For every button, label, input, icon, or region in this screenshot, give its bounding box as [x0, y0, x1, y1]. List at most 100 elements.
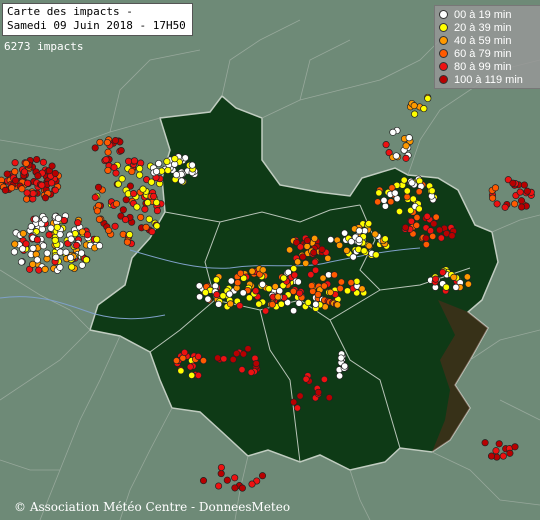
strike-dot: [48, 162, 56, 170]
strike-dot: [248, 267, 256, 275]
strike-dot: [215, 482, 223, 490]
strike-dot: [77, 249, 86, 257]
strike-dot: [103, 138, 111, 147]
strike-dot: [409, 195, 417, 203]
strike-dot: [68, 263, 76, 271]
strike-dot: [258, 472, 267, 480]
strike-dot: [277, 300, 285, 308]
strike-dot: [312, 300, 320, 308]
strike-dot: [145, 215, 153, 223]
strike-dot: [495, 440, 503, 448]
strike-dot: [177, 367, 185, 375]
strike-dot: [172, 357, 181, 365]
strike-dot: [141, 205, 149, 213]
strike-dot: [299, 253, 307, 261]
strike-dot: [41, 194, 50, 202]
strike-dot: [442, 283, 450, 291]
strike-dot: [259, 266, 267, 274]
strike-dot: [517, 197, 526, 205]
legend-item: 80 à 99 min: [439, 60, 539, 73]
strike-dot: [303, 236, 311, 245]
legend-label: 20 à 39 min: [454, 21, 512, 34]
strike-dot: [95, 215, 103, 223]
strike-dot: [32, 215, 40, 223]
strike-dot: [252, 359, 260, 368]
strike-dot: [33, 236, 41, 244]
strike-dot: [355, 236, 363, 244]
strike-dot: [401, 223, 410, 232]
strike-dot: [371, 230, 379, 238]
strike-dot: [422, 240, 430, 249]
strike-dot: [380, 196, 388, 204]
strike-dot: [491, 184, 500, 192]
strike-dot: [265, 285, 273, 293]
strike-dot: [387, 198, 395, 206]
strike-dot: [137, 213, 145, 221]
strike-dot: [125, 157, 133, 165]
strike-dot: [153, 207, 161, 215]
strike-dot: [51, 169, 59, 177]
strike-dot: [195, 282, 203, 290]
strike-dot: [239, 289, 247, 297]
strike-dot: [194, 352, 202, 361]
strike-dot: [341, 229, 349, 237]
strike-dot: [448, 232, 456, 240]
strike-dot: [314, 388, 323, 396]
strike-dot: [19, 229, 27, 238]
strike-dot: [196, 293, 204, 301]
map-title-box: Carte des impacts - Samedi 09 Juin 2018 …: [2, 3, 193, 36]
strike-dot: [133, 203, 141, 211]
strike-dot: [111, 136, 120, 145]
strike-dot: [347, 279, 355, 287]
strike-dot: [91, 144, 99, 152]
strike-dot: [523, 187, 531, 195]
strike-dot: [22, 240, 30, 248]
strike-dot: [343, 287, 352, 295]
strike-dot: [518, 203, 526, 211]
strike-dot: [95, 242, 104, 250]
strike-dot: [29, 189, 37, 198]
strike-dot: [411, 110, 419, 118]
legend-label: 40 à 59 min: [454, 34, 512, 47]
strike-dot: [172, 171, 180, 179]
strike-dot: [501, 203, 509, 211]
strike-dot: [229, 355, 237, 364]
strike-dot: [155, 159, 163, 168]
strike-dot: [51, 236, 59, 244]
map-title-line-2: Samedi 09 Juin 2018 - 17H50: [7, 19, 186, 32]
strike-dot: [353, 277, 361, 285]
strike-dot: [391, 189, 399, 197]
strike-dot: [247, 368, 255, 376]
strike-dot: [248, 480, 256, 488]
strike-dot: [293, 404, 301, 412]
strike-dot: [314, 290, 322, 299]
strike-dot: [56, 263, 64, 271]
strike-dot: [117, 146, 125, 155]
strike-dot: [320, 375, 328, 383]
strike-dot: [153, 198, 161, 207]
strike-dot: [1, 186, 9, 194]
strike-dot: [217, 463, 225, 472]
strike-dot: [41, 265, 49, 273]
strike-dot: [280, 274, 288, 282]
strike-dot: [104, 148, 112, 156]
strike-dot: [325, 394, 333, 402]
strike-dot: [123, 238, 131, 246]
strike-dot: [119, 206, 127, 214]
strike-dot: [289, 287, 297, 295]
strike-dot: [463, 273, 471, 281]
strike-dot: [217, 470, 225, 478]
strike-dot: [290, 307, 298, 315]
strike-dot: [20, 168, 29, 176]
strike-dot: [152, 167, 161, 176]
strike-dot: [93, 207, 101, 215]
strike-dot: [52, 253, 60, 261]
strike-dot: [142, 223, 150, 231]
strike-dot: [511, 443, 519, 451]
strike-dot: [308, 282, 316, 290]
strike-dot: [10, 248, 18, 256]
strike-dot: [423, 212, 431, 220]
strike-dot: [188, 161, 196, 169]
strike-dot: [311, 234, 319, 243]
strike-dot: [39, 242, 48, 250]
